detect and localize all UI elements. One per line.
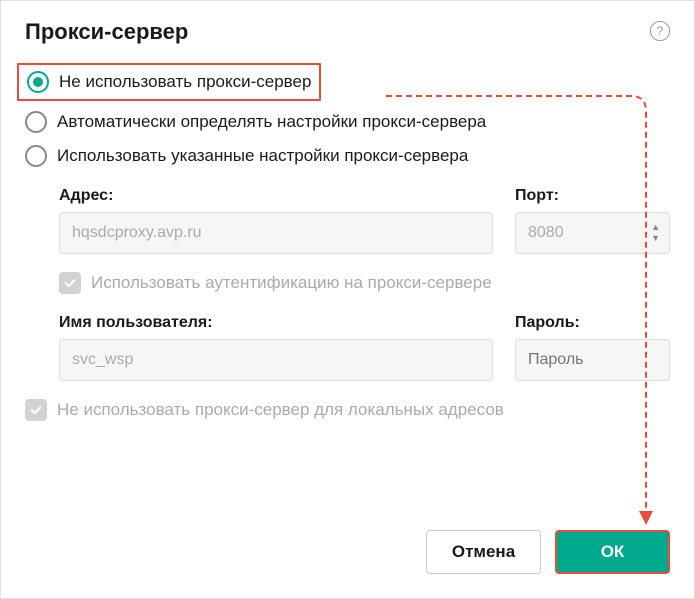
radio-icon <box>25 111 47 133</box>
local-addresses-checkbox-row[interactable]: Не использовать прокси-сервер для локаль… <box>25 399 670 421</box>
port-input[interactable] <box>515 212 670 254</box>
radio-label: Не использовать прокси-сервер <box>59 72 311 92</box>
ok-button[interactable]: ОК <box>555 530 670 574</box>
password-label: Пароль: <box>515 314 670 332</box>
help-icon[interactable]: ? <box>650 21 670 41</box>
auth-checkbox-label: Использовать аутентификацию на прокси-се… <box>91 273 492 293</box>
proxy-mode-radio-group: Не использовать прокси-сервер Автоматиче… <box>25 63 670 173</box>
spinner-arrows-icon[interactable]: ▲▼ <box>651 223 660 243</box>
dialog-footer: Отмена ОК <box>426 530 670 574</box>
username-group: Имя пользователя: <box>59 314 493 381</box>
local-checkbox-label: Не использовать прокси-сервер для локаль… <box>57 400 504 420</box>
address-port-row: Адрес: Порт: ▲▼ <box>59 187 670 254</box>
port-group: Порт: ▲▼ <box>515 187 670 254</box>
radio-label: Использовать указанные настройки прокси-… <box>57 146 468 166</box>
address-label: Адрес: <box>59 187 493 205</box>
port-label: Порт: <box>515 187 670 205</box>
password-input[interactable] <box>515 339 670 381</box>
username-input[interactable] <box>59 339 493 381</box>
radio-manual[interactable]: Использовать указанные настройки прокси-… <box>25 139 670 173</box>
dialog-title: Прокси-сервер <box>25 19 188 45</box>
radio-auto-detect[interactable]: Автоматически определять настройки прокс… <box>25 105 670 139</box>
auth-checkbox-row[interactable]: Использовать аутентификацию на прокси-се… <box>59 272 670 294</box>
dialog-header: Прокси-сервер ? <box>25 19 670 45</box>
address-input[interactable] <box>59 212 493 254</box>
username-label: Имя пользователя: <box>59 314 493 332</box>
radio-icon <box>25 145 47 167</box>
checkbox-icon <box>59 272 81 294</box>
proxy-settings-dialog: Прокси-сервер ? Не использовать прокси-с… <box>0 0 695 599</box>
proxy-form-section: Адрес: Порт: ▲▼ Использовать аутентифика… <box>25 187 670 381</box>
cancel-button[interactable]: Отмена <box>426 530 541 574</box>
checkbox-icon <box>25 399 47 421</box>
radio-no-proxy[interactable]: Не использовать прокси-сервер <box>17 63 321 101</box>
credentials-row: Имя пользователя: Пароль: <box>59 314 670 381</box>
radio-icon <box>27 71 49 93</box>
address-group: Адрес: <box>59 187 493 254</box>
password-group: Пароль: <box>515 314 670 381</box>
radio-label: Автоматически определять настройки прокс… <box>57 112 486 132</box>
